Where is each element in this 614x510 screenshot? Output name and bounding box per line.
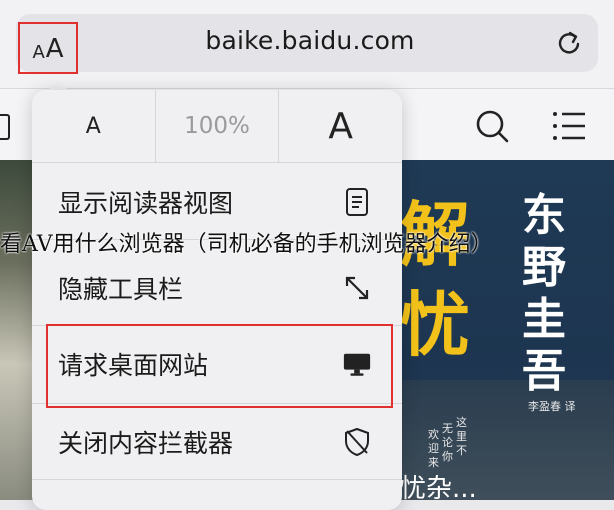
sidebar-icon[interactable]: [0, 114, 10, 140]
book-cover-image: 解 忧 东野圭吾 李盈春 译 欢迎来 无论你 这里不: [400, 160, 614, 500]
request-desktop-highlight: [46, 324, 393, 408]
reload-icon[interactable]: [553, 27, 585, 59]
expand-arrows-icon: [342, 273, 372, 303]
zoom-level[interactable]: 100%: [154, 90, 279, 162]
menu-item-label: 显示阅读器视图: [58, 188, 234, 218]
watermark-caption: 看AV用什么浏览器（司机必备的手机浏览器介绍）: [0, 232, 493, 257]
menu-item-hide-toolbar[interactable]: 隐藏工具栏: [32, 250, 402, 326]
cover-bottom-text: 忧杂...: [400, 474, 477, 504]
reader-icon: [342, 187, 372, 217]
page-settings-menu: A 100% A 显示阅读器视图 隐藏工具栏 请求桌面网站 关闭内容拦截器: [32, 90, 402, 510]
list-icon[interactable]: [552, 110, 586, 142]
cover-small-line-2: 无论你: [442, 422, 453, 463]
increase-text-size-button[interactable]: A: [278, 90, 402, 162]
aa-small-letter: A: [32, 42, 45, 63]
zoom-controls: A 100% A: [32, 90, 402, 163]
shield-off-icon: [342, 427, 372, 457]
address-toolbar: A A baike.baidu.com: [0, 0, 614, 89]
menu-item-disable-content-blockers[interactable]: 关闭内容拦截器: [32, 404, 402, 480]
decrease-text-size-button[interactable]: A: [32, 90, 155, 162]
menu-item-label: 隐藏工具栏: [58, 274, 184, 304]
menu-item-label: 关闭内容拦截器: [58, 428, 234, 458]
background-image-left: [0, 160, 34, 500]
page-settings-aa-button[interactable]: A A: [18, 22, 78, 74]
cover-small-line-1: 欢迎来: [428, 428, 439, 469]
aa-big-letter: A: [45, 34, 64, 64]
cover-author: 东野圭吾: [522, 190, 566, 397]
cover-translator: 李盈春 译: [528, 400, 576, 413]
url-text[interactable]: baike.baidu.com: [180, 26, 440, 55]
cover-title-char-2: 忧: [400, 283, 470, 366]
search-icon[interactable]: [474, 108, 510, 144]
cover-small-line-3: 这里不: [456, 416, 467, 457]
